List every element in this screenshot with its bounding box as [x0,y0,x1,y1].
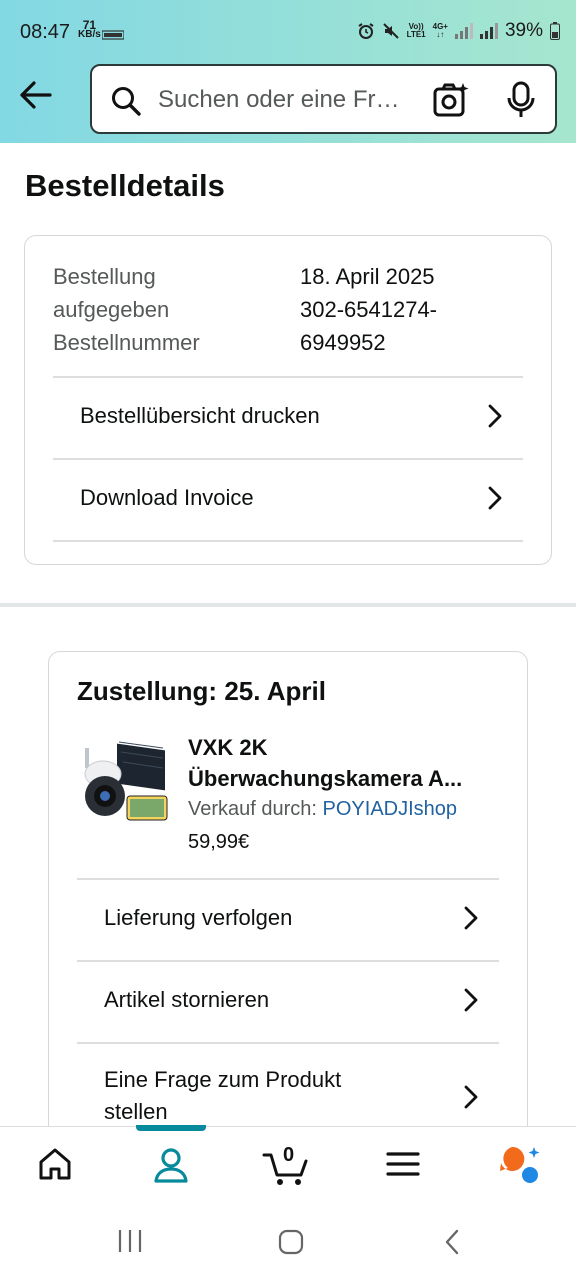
home-icon [39,1148,71,1180]
alarm-icon [358,23,374,39]
product-title[interactable]: VXK 2K Überwachungskamera A... [188,732,498,794]
ask-question-label: Eine Frage zum Produkt stellen [104,1067,342,1124]
order-number-line1: 302-6541274- [300,297,438,322]
recent-apps-button[interactable] [116,1228,144,1259]
page-title: Bestelldetails [25,168,225,203]
cart-count-badge: 0 [283,1144,295,1166]
system-back-button[interactable] [442,1228,462,1261]
mute-icon [382,23,399,39]
app-header: 08:47 71 KB/s Vo)) LTE1 4G+ ↓↑ 39% Suchen … [0,0,576,143]
download-invoice-row[interactable]: Download Invoice [53,458,523,540]
chevron-right-icon [463,987,479,1018]
seller-info: Verkauf durch: POYIADJIshop [188,798,457,821]
network-type-indicator: 4G+ ↓↑ [432,22,448,39]
status-time: 08:47 [20,21,71,43]
delivery-date-heading: Zustellung: 25. April [77,676,326,706]
search-bar[interactable]: Suchen oder eine Fr… [90,64,557,134]
card-divider [53,540,523,542]
chevron-right-icon [487,403,503,434]
order-placed-label-1: Bestellung [53,264,156,289]
chevron-right-icon [463,905,479,936]
nav-account[interactable] [151,1145,195,1189]
track-package-row[interactable]: Lieferung verfolgen [77,878,499,960]
order-info-card: Bestellung aufgegeben Bestellnummer 18. … [24,235,552,565]
menu-icon [386,1152,420,1176]
order-info-labels: Bestellung aufgegeben Bestellnummer [53,260,200,359]
account-icon [154,1148,188,1183]
section-divider [0,603,576,607]
nav-rufus[interactable] [498,1145,542,1189]
microphone-icon[interactable] [506,81,536,124]
product-image[interactable] [77,732,171,824]
search-icon [110,85,142,122]
print-summary-label: Bestellübersicht drucken [80,403,320,428]
battery-percent: 39% [504,20,543,41]
track-package-label: Lieferung verfolgen [104,905,293,930]
print-summary-row[interactable]: Bestellübersicht drucken [53,376,523,458]
system-navigation-bar [0,1204,576,1280]
nav-menu[interactable] [384,1145,428,1189]
home-button[interactable] [277,1228,305,1261]
back-arrow-icon [20,81,52,109]
order-number-line2: 6949952 [300,330,386,355]
nav-home[interactable] [36,1145,80,1189]
signal-icon [454,23,473,39]
cancel-item-label: Artikel stornieren [104,987,270,1012]
product-price: 59,99€ [188,831,250,853]
camera-search-icon[interactable] [432,81,470,124]
rufus-icon [500,1146,540,1183]
search-input[interactable]: Suchen oder eine Fr… [158,86,414,114]
status-right: Vo)) LTE1 4G+ ↓↑ 39% [357,20,560,42]
download-invoice-label: Download Invoice [80,485,254,510]
order-placed-label-2: aufgegeben [53,297,170,322]
seller-prefix: Verkauf durch: [188,798,317,820]
status-bar: 08:47 71 KB/s Vo)) LTE1 4G+ ↓↑ 39% [0,0,576,64]
order-date: 18. April 2025 [300,264,435,289]
order-number-label: Bestellnummer [53,330,200,355]
status-extra-icon [101,24,125,46]
chevron-right-icon [487,485,503,516]
battery-icon [550,22,560,40]
chevron-right-icon [463,1084,479,1115]
active-tab-indicator [136,1125,206,1131]
volte-indicator: Vo)) LTE1 [406,22,426,39]
signal-icon-2 [479,23,498,39]
cancel-item-row[interactable]: Artikel stornieren [77,960,499,1042]
seller-link[interactable]: POYIADJIshop [323,798,458,820]
order-info-values: 18. April 2025 302-6541274- 6949952 [300,260,437,359]
shipment-card: Zustellung: 25. April VXK 2K Überwachung… [48,651,528,1171]
back-button[interactable] [16,78,56,112]
network-speed: 71 KB/s [78,18,101,40]
